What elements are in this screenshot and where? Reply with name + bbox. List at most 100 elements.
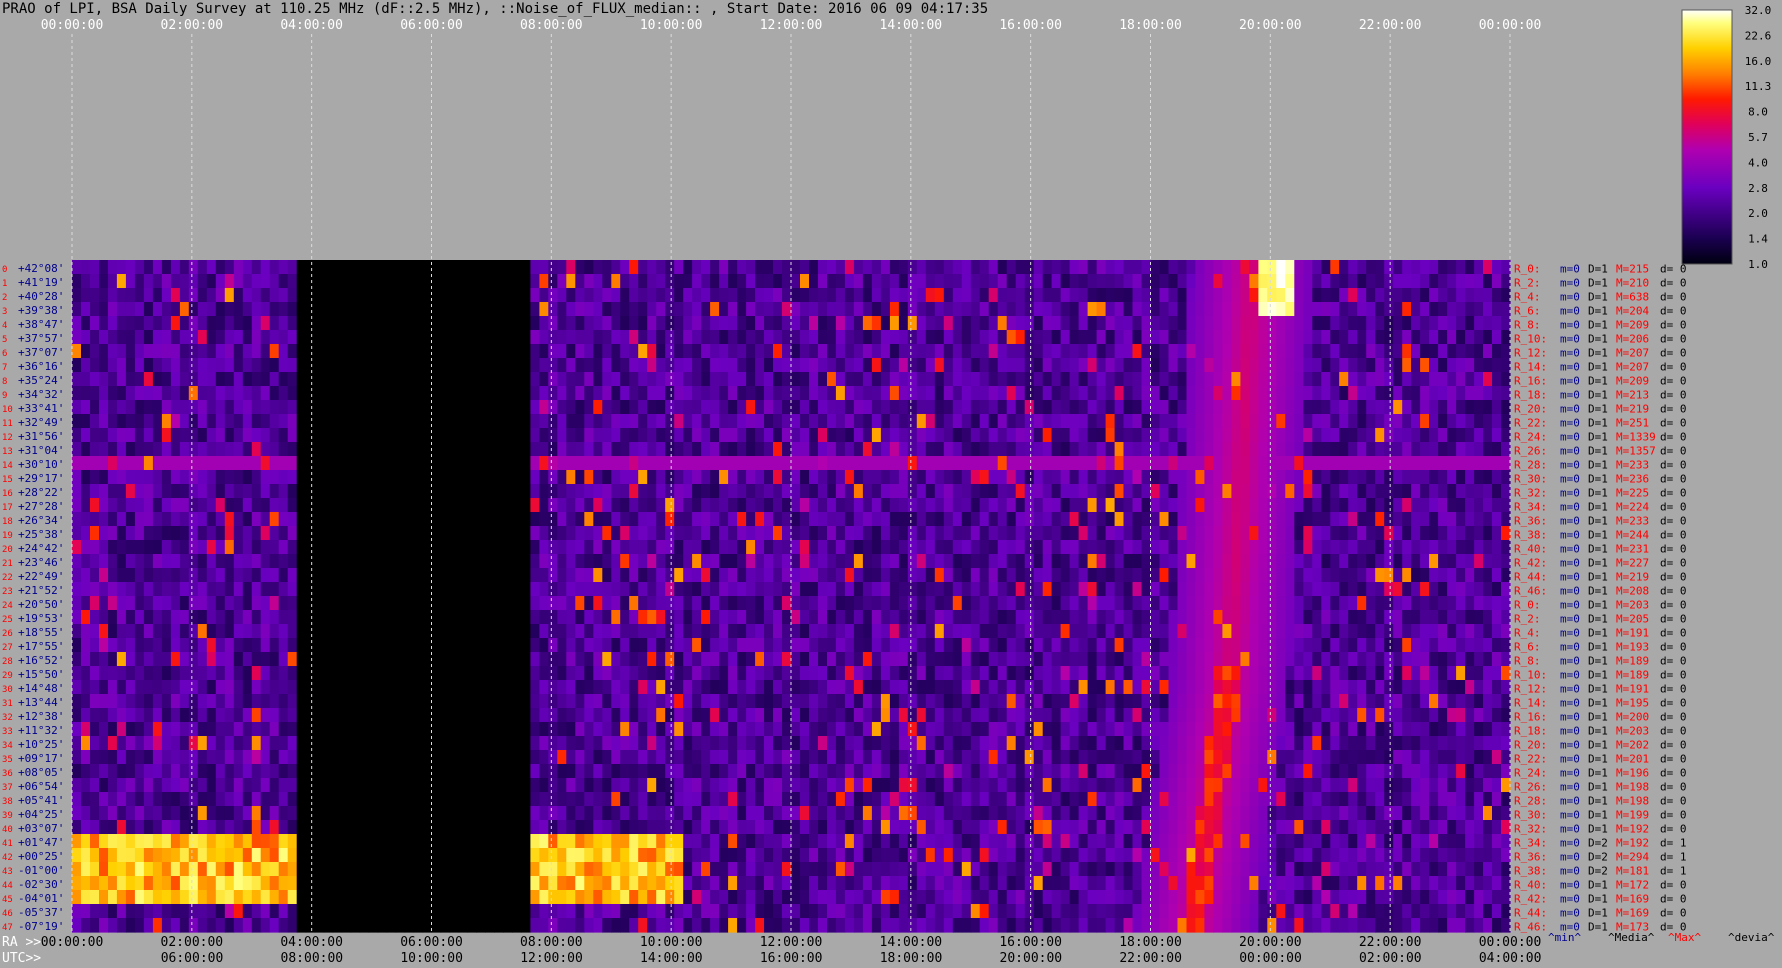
heat-cell: [1204, 568, 1214, 583]
heat-cell: [1357, 442, 1367, 457]
heat-cell: [395, 344, 406, 359]
heat-cell: [1015, 400, 1026, 415]
heat-cell: [485, 526, 495, 541]
heat-cell: [719, 666, 729, 681]
heat-cell: [143, 484, 154, 499]
heat-cell: [1420, 372, 1430, 387]
heat-cell: [1357, 582, 1367, 597]
heat-cell: [242, 554, 253, 569]
heat-cell: [269, 652, 280, 667]
heat-cell: [269, 302, 280, 317]
heat-cell: [179, 442, 190, 457]
heat-cell: [970, 638, 981, 653]
heat-cell: [710, 470, 720, 485]
heat-cell: [1159, 568, 1170, 583]
heat-cell: [1006, 260, 1017, 275]
heat-cell: [943, 470, 954, 485]
heat-cell: [835, 358, 846, 373]
heat-cell: [800, 372, 810, 387]
heat-cell: [737, 484, 747, 499]
heat-cell: [296, 540, 307, 555]
heat-cell: [1060, 288, 1071, 303]
heat-cell: [620, 260, 630, 275]
heat-cell: [233, 288, 244, 303]
heat-cell: [287, 400, 298, 415]
heat-cell: [1465, 554, 1475, 569]
heat-cell: [620, 302, 630, 317]
heat-cell: [611, 596, 621, 611]
heat-cell: [116, 582, 127, 597]
heat-cell: [1330, 652, 1340, 667]
heat-cell: [584, 358, 594, 373]
heat-cell: [1168, 652, 1179, 667]
heat-cell: [1312, 470, 1322, 485]
heat-cell: [1024, 386, 1035, 401]
heat-cell: [1060, 638, 1071, 653]
heat-cell: [233, 302, 244, 317]
heat-cell: [1123, 428, 1134, 443]
heat-cell: [1078, 316, 1089, 331]
heat-cell: [215, 666, 226, 681]
heat-cell: [620, 456, 630, 471]
heat-cell: [440, 582, 451, 597]
heat-cell: [1114, 442, 1125, 457]
heat-cell: [206, 540, 217, 555]
heat-cell: [979, 344, 990, 359]
heat-cell: [1240, 666, 1250, 681]
heat-cell: [116, 694, 127, 709]
heat-cell: [404, 274, 415, 289]
heat-cell: [692, 302, 702, 317]
heat-cell: [1420, 680, 1430, 695]
heat-cell: [1465, 442, 1475, 457]
heat-cell: [233, 274, 244, 289]
heat-cell: [296, 666, 307, 681]
heat-cell: [296, 596, 307, 611]
heat-cell: [1006, 442, 1017, 457]
heat-cell: [1303, 680, 1313, 695]
heat-cell: [314, 484, 325, 499]
heat-cell: [134, 344, 145, 359]
heat-cell: [683, 386, 693, 401]
heat-cell: [1186, 274, 1197, 289]
heat-cell: [332, 274, 343, 289]
heat-cell: [862, 386, 873, 401]
heat-cell: [1456, 470, 1466, 485]
heat-cell: [548, 442, 558, 457]
heat-cell: [1375, 358, 1385, 373]
heat-cell: [907, 666, 918, 681]
heat-cell: [1006, 456, 1017, 471]
heat-cell: [827, 372, 837, 387]
heat-cell: [773, 610, 783, 625]
heat-cell: [1465, 260, 1475, 275]
heat-cell: [1231, 372, 1241, 387]
heat-cell: [1267, 498, 1277, 513]
heat-cell: [1276, 568, 1286, 583]
heat-cell: [440, 540, 451, 555]
heat-cell: [1177, 526, 1188, 541]
heat-cell: [818, 260, 828, 275]
heat-cell: [449, 372, 460, 387]
heat-cell: [979, 526, 990, 541]
heat-cell: [1483, 372, 1493, 387]
heat-cell: [1123, 582, 1134, 597]
heat-cell: [1276, 470, 1286, 485]
heat-cell: [170, 274, 181, 289]
heat-cell: [656, 554, 666, 569]
heat-cell: [1150, 568, 1161, 583]
heat-cell: [1114, 414, 1125, 429]
heat-cell: [170, 470, 181, 485]
heat-cell: [1474, 344, 1484, 359]
heat-cell: [1285, 456, 1295, 471]
heat-cell: [1384, 470, 1394, 485]
heat-cell: [395, 330, 406, 345]
heat-cell: [1330, 526, 1340, 541]
heat-cell: [880, 610, 891, 625]
heat-cell: [503, 470, 513, 485]
heat-cell: [701, 484, 711, 499]
heat-cell: [557, 680, 567, 695]
heat-cell: [1078, 512, 1089, 527]
heat-cell: [611, 288, 621, 303]
heat-cell: [1168, 610, 1179, 625]
heat-cell: [1294, 428, 1304, 443]
heat-cell: [1069, 414, 1080, 429]
